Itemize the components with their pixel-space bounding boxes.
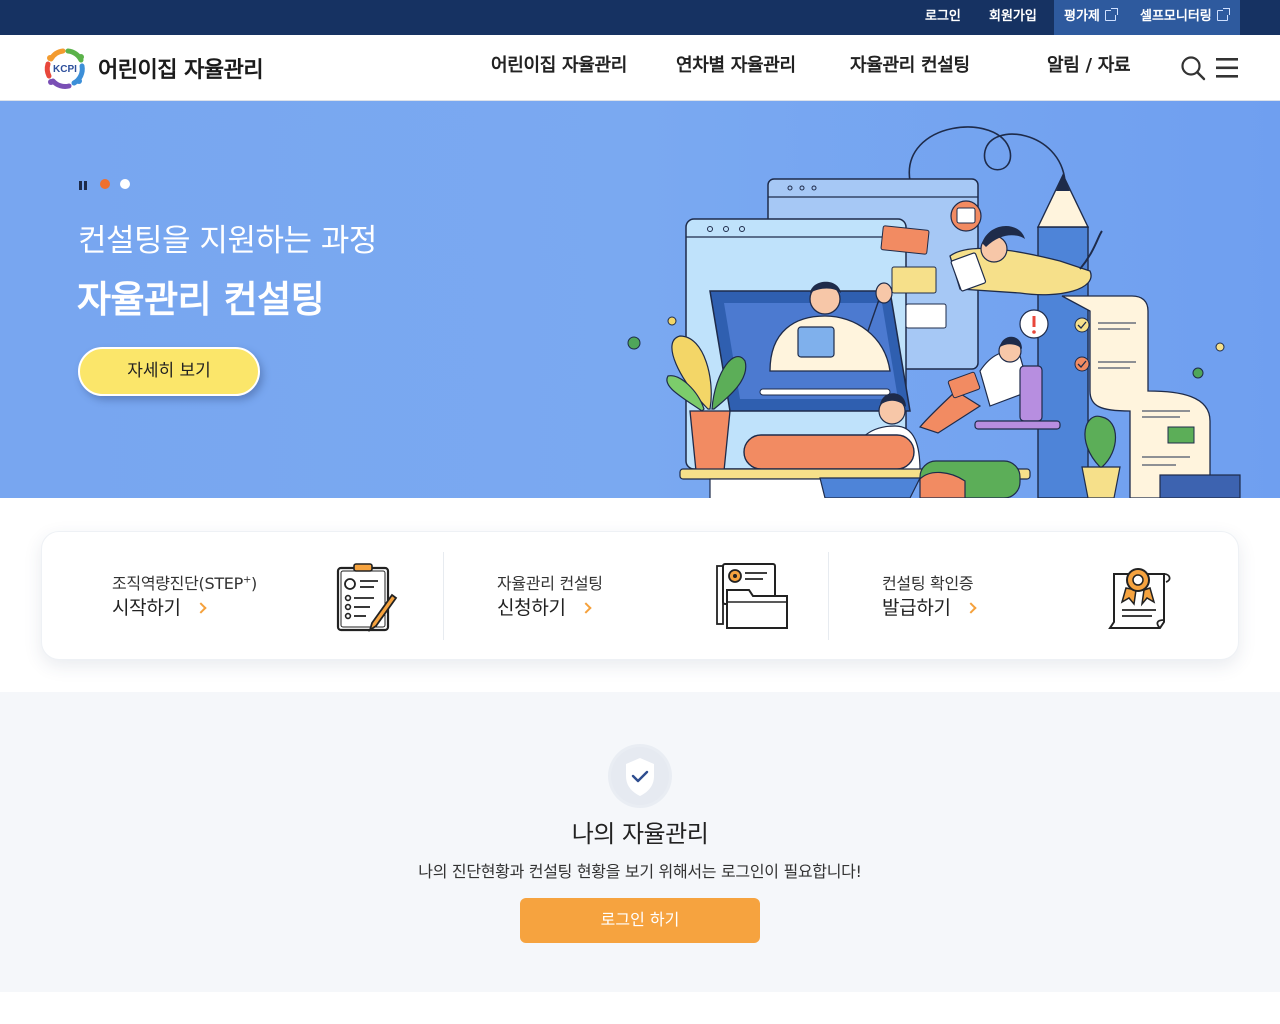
chevron-right-icon bbox=[580, 602, 592, 614]
site-logo[interactable]: KCPI 어린이집 자율관리 bbox=[41, 45, 264, 91]
svg-text:KCPI: KCPI bbox=[53, 64, 77, 75]
login-link[interactable]: 로그인 bbox=[915, 0, 971, 35]
signup-link-label: 회원가입 bbox=[989, 9, 1037, 24]
evaluation-link-label: 평가제 bbox=[1064, 9, 1100, 24]
hero-banner: 컨설팅을 지원하는 과정 자율관리 컨설팅 자세히 보기 bbox=[0, 101, 1280, 498]
self-monitoring-external-link[interactable]: 셀프모니터링 bbox=[1130, 0, 1240, 35]
chevron-right-icon bbox=[195, 602, 207, 614]
nav-daycare-self-management[interactable]: 어린이집 자율관리 bbox=[491, 35, 627, 101]
slider-pause-icon[interactable] bbox=[79, 181, 87, 190]
certificate-icon bbox=[1102, 562, 1174, 634]
nav-self-management-consulting[interactable]: 자율관리 컨설팅 bbox=[850, 35, 970, 101]
self-monitoring-link-label: 셀프모니터링 bbox=[1140, 9, 1212, 24]
certificate-issue-link[interactable]: 컨설팅 확인증 발급하기 bbox=[812, 532, 1197, 661]
quick-link-title: 컨설팅 확인증 bbox=[882, 574, 974, 593]
section-title: 나의 자율관리 bbox=[571, 820, 709, 848]
external-link-icon bbox=[1216, 8, 1230, 21]
view-details-button[interactable]: 자세히 보기 bbox=[78, 347, 260, 396]
kcpi-logo-icon: KCPI bbox=[41, 45, 89, 91]
nav-yearly-self-management[interactable]: 연차별 자율관리 bbox=[676, 35, 796, 101]
slider-dot-active[interactable] bbox=[100, 179, 110, 189]
chevron-right-icon bbox=[965, 602, 977, 614]
utility-bar: 로그인 회원가입 평가제 셀프모니터링 bbox=[0, 0, 1280, 35]
checklist-pen-icon bbox=[332, 562, 404, 634]
quick-link-title: 조직역량진단(STEP+) bbox=[112, 574, 257, 593]
site-header: KCPI 어린이집 자율관리 어린이집 자율관리 연차별 자율관리 자율관리 컨… bbox=[0, 35, 1280, 101]
evaluation-external-link[interactable]: 평가제 bbox=[1054, 0, 1130, 35]
quick-link-action: 시작하기 bbox=[112, 593, 207, 620]
slider-dot[interactable] bbox=[120, 179, 130, 189]
search-icon[interactable] bbox=[1180, 55, 1206, 81]
nav-notices-resources[interactable]: 알림 / 자료 bbox=[1047, 35, 1131, 101]
hamburger-menu-icon[interactable] bbox=[1215, 55, 1241, 81]
folder-document-icon bbox=[715, 562, 788, 634]
section-description: 나의 진단현황과 컨설팅 현황을 보기 위해서는 로그인이 필요합니다! bbox=[418, 862, 862, 881]
login-link-label: 로그인 bbox=[925, 9, 961, 24]
external-link-icon bbox=[1104, 8, 1118, 21]
step-diagnosis-link[interactable]: 조직역량진단(STEP+) 시작하기 bbox=[42, 532, 427, 661]
shield-check-icon bbox=[608, 744, 672, 808]
quick-link-action: 발급하기 bbox=[882, 593, 977, 620]
quick-links-panel: 조직역량진단(STEP+) 시작하기 자율관리 컨설팅 신청하기 컨설팅 확인증… bbox=[41, 531, 1239, 660]
my-self-management-section: 나의 자율관리 나의 진단현황과 컨설팅 현황을 보기 위해서는 로그인이 필요… bbox=[0, 692, 1280, 992]
consulting-illustration bbox=[620, 121, 1260, 498]
consulting-apply-link[interactable]: 자율관리 컨설팅 신청하기 bbox=[427, 532, 812, 661]
hero-title: 자율관리 컨설팅 bbox=[77, 278, 325, 321]
quick-link-action: 신청하기 bbox=[497, 593, 592, 620]
signup-link[interactable]: 회원가입 bbox=[979, 0, 1047, 35]
login-button[interactable]: 로그인 하기 bbox=[520, 898, 760, 943]
hero-subtitle: 컨설팅을 지원하는 과정 bbox=[78, 223, 377, 259]
site-title: 어린이집 자율관리 bbox=[98, 58, 264, 83]
quick-link-title: 자율관리 컨설팅 bbox=[497, 574, 603, 593]
